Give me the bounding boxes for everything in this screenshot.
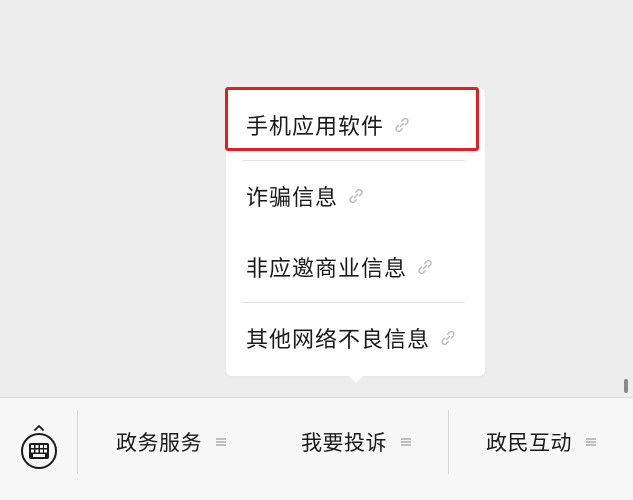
submenu-item-label: 诈骗信息 bbox=[246, 186, 339, 211]
link-icon bbox=[395, 117, 409, 133]
bottom-menu-bar: 政务服务 我要投诉 政民互动 bbox=[0, 397, 633, 500]
submenu-item-label: 其他网络不良信息 bbox=[246, 328, 431, 353]
submenu-item-other-bad-info[interactable]: 其他网络不良信息 bbox=[226, 303, 485, 373]
submenu-item-fraud-info[interactable]: 诈骗信息 bbox=[226, 161, 485, 231]
submenu-item-label: 非应邀商业信息 bbox=[246, 257, 408, 282]
submenu-item-label: 手机应用软件 bbox=[246, 115, 385, 140]
tab-label: 政民互动 bbox=[486, 431, 572, 455]
link-icon bbox=[349, 188, 363, 204]
keyboard-toggle-button[interactable] bbox=[0, 398, 77, 500]
scrollbar-thumb[interactable] bbox=[624, 379, 628, 393]
link-icon bbox=[418, 259, 432, 275]
submenu-pointer bbox=[347, 374, 365, 383]
submenu-item-mobile-app[interactable]: 手机应用软件 bbox=[226, 90, 485, 160]
link-icon bbox=[441, 330, 455, 346]
tab-label: 我要投诉 bbox=[301, 431, 387, 455]
submenu-item-unsolicited-commercial[interactable]: 非应邀商业信息 bbox=[226, 232, 485, 302]
tab-label: 政务服务 bbox=[116, 431, 202, 455]
menu-lines-icon bbox=[216, 438, 226, 446]
menu-lines-icon bbox=[586, 438, 596, 446]
tab-file-complaint[interactable]: 我要投诉 bbox=[264, 398, 448, 486]
keyboard-icon bbox=[20, 425, 57, 469]
complaint-submenu: 手机应用软件 诈骗信息 非应邀商业信息 其他网络不良信息 bbox=[226, 88, 485, 376]
menu-lines-icon bbox=[401, 438, 411, 446]
tab-citizen-interaction[interactable]: 政民互动 bbox=[449, 398, 633, 486]
tab-government-services[interactable]: 政务服务 bbox=[78, 398, 264, 486]
